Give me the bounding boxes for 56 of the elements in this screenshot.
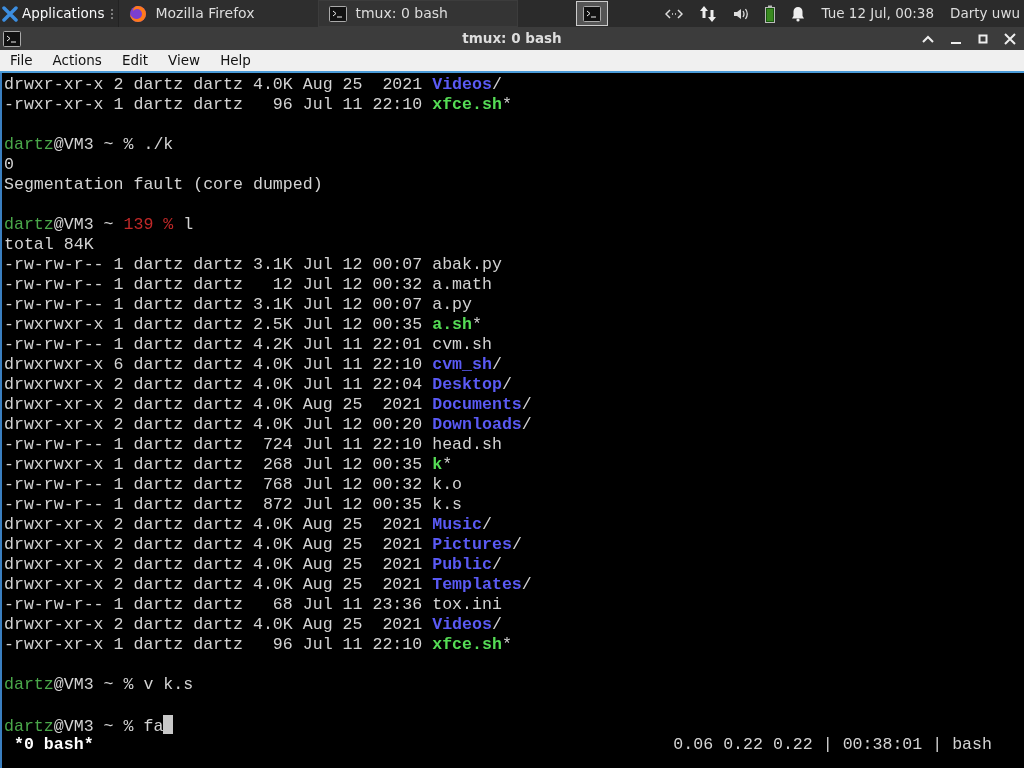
terminal-line: dartz@VM3 ~ % ./k	[4, 135, 175, 155]
tmux-window-label: *0 bash*	[13, 735, 94, 755]
terminal-icon	[3, 30, 21, 47]
terminal-line: dartz@VM3 ~ % v k.s	[4, 675, 195, 695]
terminal-line: drwxr-xr-x 2 dartz dartz 4.0K Aug 25 2021 Templates/	[4, 575, 533, 595]
battery-icon[interactable]	[765, 4, 776, 23]
terminal-line: drwxr-xr-x 2 dartz dartz 4.0K Jul 12 00:20 Downloads/	[4, 415, 533, 435]
network-icon[interactable]	[665, 7, 684, 20]
terminal-line: drwxr-xr-x 2 dartz dartz 4.0K Aug 25 2021 Music/	[4, 515, 493, 535]
tmux-status-info: 0.06 0.22 0.22 | 00:38:01 | bash	[673, 735, 993, 755]
terminal-line: dartz@VM3 ~ 139 % l	[4, 215, 195, 235]
notification-bell-icon[interactable]	[791, 5, 806, 22]
x-icon	[2, 5, 18, 22]
workspace-button[interactable]	[575, 1, 608, 26]
terminal-line: drwxr-xr-x 2 dartz dartz 4.0K Aug 25 2021 Videos/	[4, 615, 503, 635]
task-button[interactable]: tmux: 0 bash	[318, 0, 519, 27]
terminal-line: -rw-rw-r-- 1 dartz dartz 768 Jul 12 00:32 k.o	[4, 475, 464, 495]
menu-item[interactable]: Help	[210, 50, 261, 71]
menu-item[interactable]: Actions	[42, 50, 112, 71]
applications-menu[interactable]: Applications	[0, 0, 111, 27]
user-name[interactable]: Darty uwu	[950, 3, 1020, 24]
terminal-line: -rwxrwxr-x 1 dartz dartz 268 Jul 12 00:35 k*	[4, 455, 454, 475]
terminal-line: total 84K	[4, 235, 95, 255]
terminal-line: -rw-rw-r-- 1 dartz dartz 872 Jul 12 00:35 k.s	[4, 495, 464, 515]
drag-handle-icon	[110, 7, 115, 20]
terminal-line: -rw-rw-r-- 1 dartz dartz 12 Jul 12 00:32 a.math	[4, 275, 493, 295]
terminal-line: -rwxr-xr-x 1 dartz dartz 96 Jul 11 22:10 xfce.sh*	[4, 95, 513, 115]
window-title: tmux: 0 bash	[462, 29, 562, 49]
terminal-line: -rw-rw-r-- 1 dartz dartz 68 Jul 11 23:36 tox.ini	[4, 595, 503, 615]
menu-item[interactable]: View	[158, 50, 211, 71]
terminal-line: drwxr-xr-x 2 dartz dartz 4.0K Aug 25 2021 Videos/	[4, 75, 503, 95]
transfer-arrows-icon[interactable]	[699, 4, 718, 23]
volume-icon[interactable]	[733, 6, 750, 21]
terminal-line: -rw-rw-r-- 1 dartz dartz 3.1K Jul 12 00:07 abak.py	[4, 255, 503, 275]
terminal-line: drwxr-xr-x 2 dartz dartz 4.0K Aug 25 2021 Documents/	[4, 395, 533, 415]
terminal-line: -rw-rw-r-- 1 dartz dartz 724 Jul 11 22:10 head.sh	[4, 435, 503, 455]
terminal-line: drwxrwxr-x 2 dartz dartz 4.0K Jul 11 22:04 Desktop/	[4, 375, 513, 395]
close-icon[interactable]	[1004, 32, 1016, 45]
terminal-line: drwxr-xr-x 2 dartz dartz 4.0K Aug 25 2021 Pictures/	[4, 535, 523, 555]
menu-item[interactable]: Edit	[111, 50, 159, 71]
terminal-line: Segmentation fault (core dumped)	[4, 175, 324, 195]
terminal-line: -rw-rw-r-- 1 dartz dartz 4.2K Jul 11 22:01 cvm.sh	[4, 335, 493, 355]
terminal-icon	[582, 5, 601, 22]
terminal-line: dartz@VM3 ~ % fa	[4, 715, 1024, 735]
shade-icon[interactable]	[922, 34, 934, 43]
terminal-line: -rwxr-xr-x 1 dartz dartz 96 Jul 11 22:10 xfce.sh*	[4, 635, 513, 655]
terminal-line: 0	[4, 155, 15, 175]
firefox-icon	[129, 4, 148, 23]
terminal-line: -rwxrwxr-x 1 dartz dartz 2.5K Jul 12 00:35 a.sh*	[4, 315, 483, 335]
maximize-icon[interactable]	[978, 33, 988, 44]
terminal-line: drwxr-xr-x 2 dartz dartz 4.0K Aug 25 2021 Public/	[4, 555, 503, 575]
terminal-line: drwxrwxr-x 6 dartz dartz 4.0K Jul 11 22:10 cvm_sh/	[4, 355, 503, 375]
terminal-icon	[329, 5, 348, 22]
terminal-line: -rw-rw-r-- 1 dartz dartz 3.1K Jul 12 00:07 a.py	[4, 295, 474, 315]
menu-item[interactable]: File	[0, 50, 43, 71]
clock[interactable]: Tue 12 Jul, 00:38	[821, 3, 935, 24]
